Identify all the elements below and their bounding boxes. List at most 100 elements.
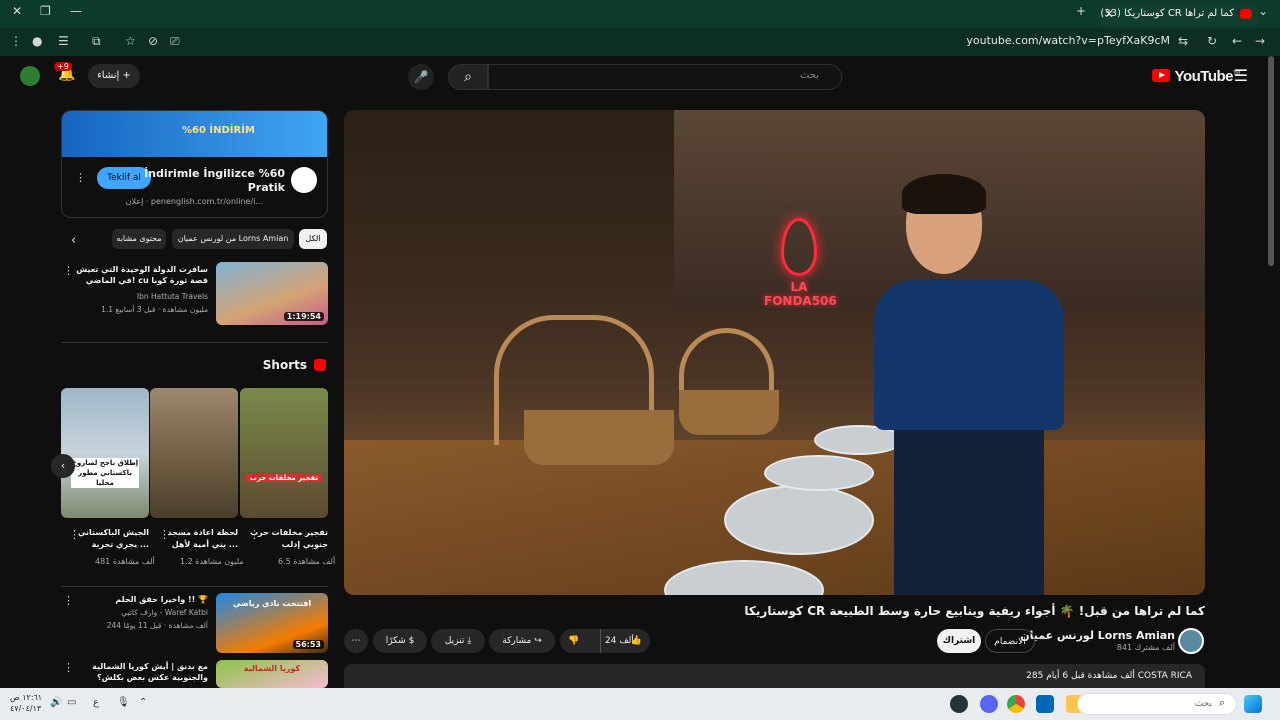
browser-toolbar: ⋮ ● ☰ ⧉ ☆ ⊘ ⎚ youtube.com/watch?v=pTeyfX…: [0, 28, 1280, 56]
ad-banner[interactable]: %60 İNDİRİM: [62, 111, 327, 157]
chip-all[interactable]: الكل: [299, 229, 327, 249]
youtube-logo-icon[interactable]: [1152, 69, 1170, 82]
reload-icon[interactable]: ↻: [1207, 34, 1217, 48]
video-meta-item: 244 ألف مشاهدة · قبل 11 يومًا: [106, 621, 208, 630]
join-button[interactable]: الانضمام: [985, 629, 1035, 653]
browser-tab[interactable]: ✕ (33) كوستاريكا CR كما لم تراها: [1100, 3, 1258, 25]
ad-menu-icon[interactable]: ⋮: [75, 171, 86, 184]
create-label: إنشاء: [97, 70, 120, 81]
video-menu-icon[interactable]: ⋮: [63, 594, 74, 607]
notification-count: +9: [54, 62, 72, 71]
subscribe-button[interactable]: اشتراك: [937, 629, 981, 653]
install-icon[interactable]: ⎚: [170, 34, 180, 49]
short-thumbnail[interactable]: إطلاق ناجح لصاروخ باكستاني مطور محليا: [61, 388, 149, 518]
bookmark-star-icon[interactable]: ☆: [125, 34, 136, 48]
channel-name[interactable]: لورنس عميان Lorns Amian: [1020, 629, 1175, 642]
video-views-date: 285 ألف مشاهدة قبل 6 أيام COSTA RICA: [1026, 671, 1192, 681]
page-scrollbar[interactable]: [1268, 56, 1274, 266]
dislike-icon[interactable]: 👎: [568, 629, 579, 653]
back-icon[interactable]: →: [1255, 34, 1265, 48]
share-icon: ↪: [534, 636, 542, 646]
video-title-item[interactable]: مع بدنق | أيش كوريا الشمالية والجنوبية ع…: [72, 661, 208, 683]
chip-from-channel[interactable]: من لورنس عميان Lorns Amian: [172, 229, 294, 249]
chip-related[interactable]: محتوى مشابه: [112, 229, 166, 249]
short-menu-icon[interactable]: ⋮: [249, 528, 260, 541]
reading-list-icon[interactable]: ☰: [58, 34, 69, 48]
ad-title: İndirimle İngilizce %60 Pratik: [144, 167, 285, 194]
address-bar[interactable]: youtube.com/watch?v=pTeyfXaK9cM: [966, 34, 1170, 47]
video-thumbnail[interactable]: كوريا الشمالية: [216, 660, 328, 688]
microphone-icon[interactable]: 🎙: [117, 697, 130, 708]
new-tab-icon[interactable]: +: [1076, 4, 1086, 18]
profile-icon[interactable]: ●: [32, 34, 42, 48]
video-channel-item[interactable]: وارف كاتبي - Waref Katbi: [121, 607, 208, 618]
divider: [61, 586, 328, 587]
ad-card[interactable]: %60 İNDİRİM Teklif al İndirimle İngilizc…: [61, 110, 328, 218]
language-icon[interactable]: ع: [93, 697, 99, 708]
guide-menu-icon[interactable]: ☰: [1234, 66, 1248, 85]
voice-search-icon[interactable]: 🎤: [408, 64, 434, 90]
download-label: تنزيل: [444, 636, 465, 646]
recommended-menu-icon[interactable]: ⋮: [63, 264, 74, 277]
share-button[interactable]: مشاركة ↪: [489, 629, 555, 653]
hide-icon[interactable]: ⊘: [148, 34, 158, 48]
network-icon[interactable]: ▭: [67, 697, 76, 708]
recommended-channel[interactable]: Ibn Hattuta Travels: [137, 291, 208, 302]
more-menu-icon[interactable]: ⋮: [10, 34, 22, 48]
short-title[interactable]: تفجير مخلفات حرب جنوبي إدلب: [248, 527, 328, 551]
discord-icon[interactable]: [980, 695, 998, 713]
short-title[interactable]: لحظة اعادة مسجد بني أمية لأهل ...: [158, 527, 238, 551]
video-player[interactable]: LA FONDA506: [344, 110, 1205, 595]
video-title-item[interactable]: واخيرا حقق الحلم !! 🏆: [72, 594, 208, 605]
store-icon[interactable]: [1036, 695, 1054, 713]
chevron-left-icon[interactable]: ‹: [71, 233, 76, 248]
youtube-logo[interactable]: YouTubeTR: [1175, 68, 1241, 85]
recommended-thumbnail[interactable]: 1:19:54: [216, 262, 328, 325]
taskbar-search-input[interactable]: بحث: [1077, 693, 1237, 715]
forward-icon[interactable]: ←: [1232, 34, 1242, 48]
site-settings-icon[interactable]: ⇆: [1178, 34, 1188, 48]
minimize-window-icon[interactable]: —: [70, 4, 82, 18]
short-views: 6.5 ألف مشاهدة: [278, 557, 336, 566]
speaker-icon[interactable]: 🔊: [50, 697, 62, 708]
download-button[interactable]: تنزيل ⤓: [431, 629, 485, 653]
extensions-icon[interactable]: ⧉: [92, 34, 101, 49]
channel-avatar[interactable]: [1178, 628, 1204, 654]
short-menu-icon[interactable]: ⋮: [159, 528, 170, 541]
create-button[interactable]: إنشاء +: [88, 64, 140, 88]
recommended-title[interactable]: سافرت الدولة الوحيدة التي تعيش في الماضي…: [72, 264, 208, 286]
short-thumbnail[interactable]: [150, 388, 238, 518]
account-avatar[interactable]: [20, 66, 40, 86]
like-count: 24 ألف: [600, 629, 634, 653]
short-menu-icon[interactable]: ⋮: [69, 528, 80, 541]
video-menu-icon[interactable]: ⋮: [63, 661, 74, 674]
taskbar-search-icon: ⌕: [1219, 696, 1226, 709]
thanks-button[interactable]: شكرًا $: [373, 629, 427, 653]
browser-tab-bar: ✕ ❐ — + ✕ (33) كوستاريكا CR كما لم تراها…: [0, 0, 1280, 28]
recommended-meta: 1.1 مليون مشاهدة · قبل 3 أسابيع: [101, 305, 208, 314]
short-thumbnail[interactable]: تفجير مخلفات حرب: [240, 388, 328, 518]
more-actions-icon[interactable]: ⋯: [344, 629, 368, 653]
subscriber-count: 841 ألف مشترك: [1116, 643, 1175, 652]
thanks-icon: $: [408, 636, 415, 646]
windows-start-icon[interactable]: [1244, 695, 1262, 713]
close-window-icon[interactable]: ✕: [12, 4, 22, 18]
shorts-heading: Shorts: [262, 358, 307, 372]
neon-sign: LA FONDA506: [764, 218, 837, 308]
short-views: 481 ألف مشاهدة: [95, 557, 155, 566]
shorts-prev-icon[interactable]: ‹: [51, 454, 75, 478]
chrome-icon[interactable]: [1007, 695, 1025, 713]
search-input[interactable]: بحث: [488, 64, 842, 90]
short-title[interactable]: الجيش الباكستاني يجري تجربة ...: [69, 527, 149, 551]
search-icon[interactable]: ⌕: [448, 64, 488, 90]
tray-chevron-icon[interactable]: ⌃: [139, 697, 147, 708]
restore-window-icon[interactable]: ❐: [40, 4, 51, 18]
taskbar: ١٢:٦١ ص ٤٧/٠٤/١٣ 🔊 ▭ ع 🎙 ⌃ بحث ⌕: [0, 688, 1280, 720]
video-thumbnail[interactable]: افتتحت نادي رياضي 56:53: [216, 593, 328, 653]
like-icon[interactable]: 👍: [631, 629, 642, 653]
taskbar-clock[interactable]: ١٢:٦١ ص ٤٧/٠٤/١٣: [10, 692, 42, 714]
tab-close-icon[interactable]: ✕: [1104, 3, 1114, 25]
short-views: 1.2 مليون مشاهدة: [180, 557, 244, 566]
app-icon[interactable]: [950, 695, 968, 713]
tab-search-icon[interactable]: ⌄: [1258, 4, 1268, 18]
